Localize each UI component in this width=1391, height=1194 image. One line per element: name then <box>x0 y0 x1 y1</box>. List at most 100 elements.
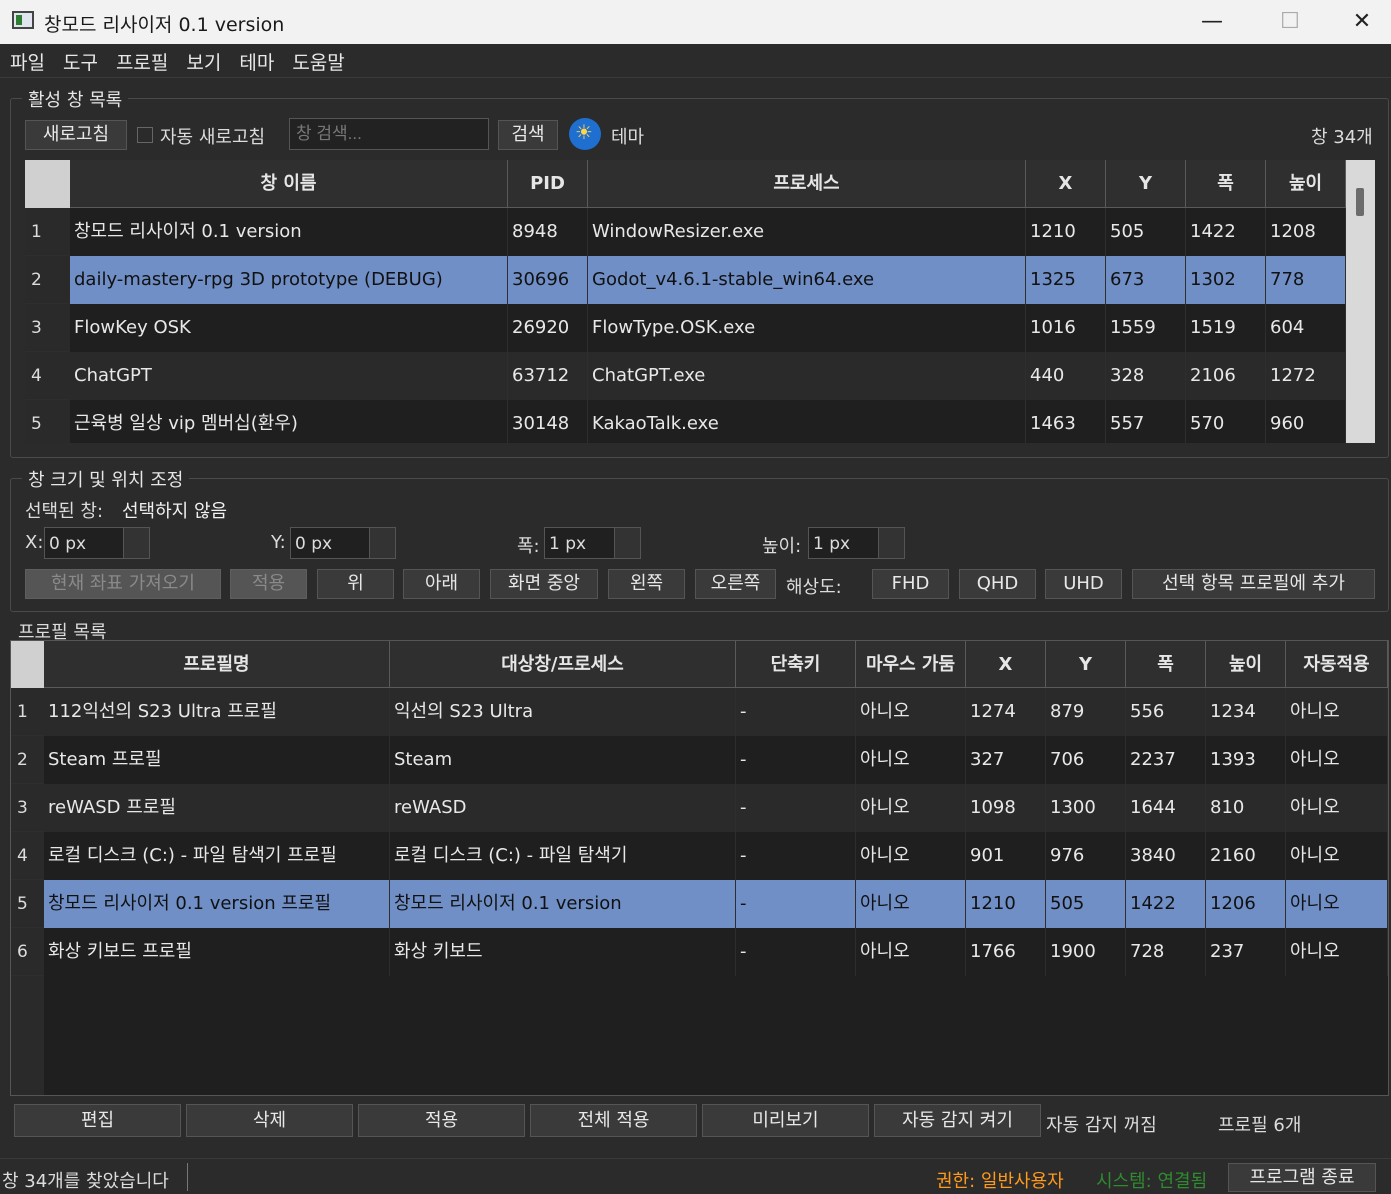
profile-cell-name[interactable]: Steam 프로필 <box>44 736 390 784</box>
profile-cell-mouse[interactable]: 아니오 <box>856 784 966 832</box>
profile-cell-y[interactable]: 879 <box>1046 688 1126 736</box>
table-cell-pid[interactable]: 30148 <box>508 400 588 443</box>
table-cell-w[interactable]: 1519 <box>1186 304 1266 352</box>
table-cell-w[interactable]: 1422 <box>1186 208 1266 256</box>
apply-adjust-button[interactable]: 적용 <box>230 569 307 599</box>
column-header-pid[interactable]: PID <box>508 160 588 208</box>
profile-cell-hotkey[interactable]: - <box>736 736 856 784</box>
maximize-button[interactable]: ☐ <box>1254 0 1326 44</box>
close-button[interactable]: ✕ <box>1326 0 1391 44</box>
apply-all-button[interactable]: 전체 적용 <box>530 1104 697 1137</box>
column-header-name[interactable]: 창 이름 <box>70 160 508 208</box>
table-cell-process[interactable]: Godot_v4.6.1-stable_win64.exe <box>588 256 1026 304</box>
add-to-profile-button[interactable]: 선택 항목 프로필에 추가 <box>1132 569 1375 599</box>
table-cell-pid[interactable]: 26920 <box>508 304 588 352</box>
profile-cell-x[interactable]: 1098 <box>966 784 1046 832</box>
move-right-button[interactable]: 오른쪽 <box>695 569 776 599</box>
table-cell-y[interactable]: 557 <box>1106 400 1186 443</box>
move-up-button[interactable]: 위 <box>317 569 394 599</box>
table-cell-y[interactable]: 1559 <box>1106 304 1186 352</box>
profile-cell-w[interactable]: 3840 <box>1126 832 1206 880</box>
table-cell-w[interactable]: 570 <box>1186 400 1266 443</box>
table-cell-process[interactable]: FlowType.OSK.exe <box>588 304 1026 352</box>
qhd-button[interactable]: QHD <box>959 569 1036 599</box>
vertical-scrollbar[interactable] <box>1346 160 1375 443</box>
sun-icon[interactable] <box>569 118 601 150</box>
profile-column-mouse[interactable]: 마우스 가둠 <box>856 641 966 688</box>
profile-cell-auto[interactable]: 아니오 <box>1286 880 1388 928</box>
profile-cell-h[interactable]: 237 <box>1206 928 1286 976</box>
profile-cell-mouse[interactable]: 아니오 <box>856 880 966 928</box>
table-cell-w[interactable]: 1302 <box>1186 256 1266 304</box>
profile-column-w[interactable]: 폭 <box>1126 641 1206 688</box>
profile-cell-x[interactable]: 1210 <box>966 880 1046 928</box>
profile-cell-h[interactable]: 1234 <box>1206 688 1286 736</box>
profile-cell-h[interactable]: 1393 <box>1206 736 1286 784</box>
profile-cell-target[interactable]: 익선의 S23 Ultra <box>390 688 736 736</box>
auto-refresh-checkbox[interactable] <box>137 127 153 143</box>
profile-cell-mouse[interactable]: 아니오 <box>856 688 966 736</box>
profile-cell-target[interactable]: reWASD <box>390 784 736 832</box>
table-cell-h[interactable]: 778 <box>1266 256 1346 304</box>
column-header-process[interactable]: 프로세스 <box>588 160 1026 208</box>
table-cell-x[interactable]: 1463 <box>1026 400 1106 443</box>
profile-cell-y[interactable]: 976 <box>1046 832 1126 880</box>
table-cell-name[interactable]: FlowKey OSK <box>70 304 508 352</box>
profile-cell-name[interactable]: reWASD 프로필 <box>44 784 390 832</box>
profile-cell-target[interactable]: 로컬 디스크 (C:) - 파일 탐색기 <box>390 832 736 880</box>
profile-cell-hotkey[interactable]: - <box>736 784 856 832</box>
profile-cell-x[interactable]: 327 <box>966 736 1046 784</box>
minimize-button[interactable]: — <box>1176 0 1248 44</box>
menu-tools[interactable]: 도구 <box>53 44 106 75</box>
profile-cell-h[interactable]: 810 <box>1206 784 1286 832</box>
table-cell-h[interactable]: 604 <box>1266 304 1346 352</box>
table-cell-name[interactable]: daily-mastery-rpg 3D prototype (DEBUG) <box>70 256 508 304</box>
profile-cell-auto[interactable]: 아니오 <box>1286 784 1388 832</box>
profile-column-target[interactable]: 대상창/프로세스 <box>390 641 736 688</box>
height-spinbox[interactable]: 1 px <box>808 527 905 559</box>
profile-column-hotkey[interactable]: 단축키 <box>736 641 856 688</box>
profile-column-y[interactable]: Y <box>1046 641 1126 688</box>
profile-cell-hotkey[interactable]: - <box>736 928 856 976</box>
profile-cell-name[interactable]: 화상 키보드 프로필 <box>44 928 390 976</box>
table-cell-process[interactable]: ChatGPT.exe <box>588 352 1026 400</box>
table-cell-x[interactable]: 440 <box>1026 352 1106 400</box>
profile-table-corner[interactable] <box>11 641 44 688</box>
refresh-button[interactable]: 새로고침 <box>25 120 127 150</box>
table-cell-x[interactable]: 1210 <box>1026 208 1106 256</box>
profile-cell-name[interactable]: 로컬 디스크 (C:) - 파일 탐색기 프로필 <box>44 832 390 880</box>
table-cell-y[interactable]: 505 <box>1106 208 1186 256</box>
table-cell-h[interactable]: 1272 <box>1266 352 1346 400</box>
table-cell-name[interactable]: ChatGPT <box>70 352 508 400</box>
profile-cell-name[interactable]: 112익선의 S23 Ultra 프로필 <box>44 688 390 736</box>
profile-cell-w[interactable]: 728 <box>1126 928 1206 976</box>
move-left-button[interactable]: 왼쪽 <box>608 569 685 599</box>
menu-profile[interactable]: 프로필 <box>106 44 176 75</box>
profile-cell-mouse[interactable]: 아니오 <box>856 736 966 784</box>
window-search-input[interactable] <box>289 118 489 150</box>
table-cell-y[interactable]: 328 <box>1106 352 1186 400</box>
uhd-button[interactable]: UHD <box>1045 569 1122 599</box>
profile-cell-x[interactable]: 1766 <box>966 928 1046 976</box>
y-spinbox[interactable]: 0 px <box>290 527 396 559</box>
profile-cell-mouse[interactable]: 아니오 <box>856 928 966 976</box>
profile-cell-y[interactable]: 505 <box>1046 880 1126 928</box>
x-spinbox[interactable]: 0 px <box>44 527 150 559</box>
table-cell-h[interactable]: 960 <box>1266 400 1346 443</box>
profile-cell-y[interactable]: 706 <box>1046 736 1126 784</box>
profile-cell-hotkey[interactable]: - <box>736 688 856 736</box>
exit-program-button[interactable]: 프로그램 종료 <box>1228 1163 1376 1192</box>
profile-column-h[interactable]: 높이 <box>1206 641 1286 688</box>
scrollbar-thumb[interactable] <box>1356 188 1364 216</box>
table-cell-x[interactable]: 1016 <box>1026 304 1106 352</box>
table-cell-y[interactable]: 673 <box>1106 256 1186 304</box>
auto-detect-on-button[interactable]: 자동 감지 켜기 <box>874 1104 1041 1137</box>
profile-cell-mouse[interactable]: 아니오 <box>856 832 966 880</box>
table-cell-h[interactable]: 1208 <box>1266 208 1346 256</box>
column-header-y[interactable]: Y <box>1106 160 1186 208</box>
delete-profile-button[interactable]: 삭제 <box>186 1104 353 1137</box>
menu-file[interactable]: 파일 <box>0 44 53 75</box>
fhd-button[interactable]: FHD <box>872 569 949 599</box>
preview-button[interactable]: 미리보기 <box>702 1104 869 1137</box>
profile-cell-y[interactable]: 1900 <box>1046 928 1126 976</box>
